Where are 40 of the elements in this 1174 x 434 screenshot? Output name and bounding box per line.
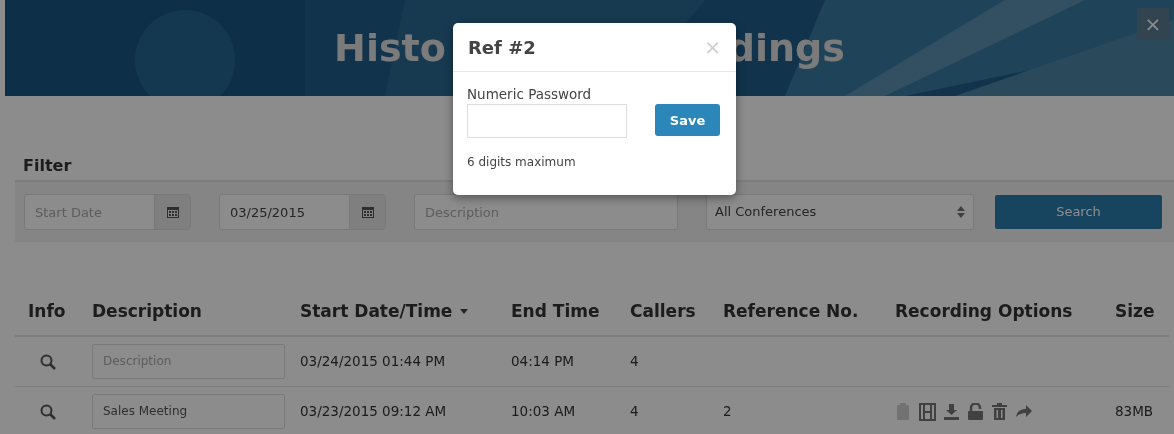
table-cell: 83MB [1115,402,1154,419]
table-cell: 4 [630,402,639,419]
column-header[interactable]: Recording Options [895,300,1073,321]
page-title: Histo [334,24,446,72]
column-header[interactable]: Reference No. [723,300,859,321]
calendar-icon [165,205,180,219]
search-icon[interactable] [40,354,56,371]
description-field[interactable]: Sales Meeting [92,393,285,429]
column-header[interactable]: Start Date/Time [300,300,469,321]
date-field[interactable]: 03/25/2015 [219,194,386,230]
field-label: Numeric Password [467,85,593,104]
table-cell: 03/23/2015 09:12 AM [300,402,447,419]
search-button[interactable]: Search [995,195,1162,229]
search-icon[interactable] [40,403,56,420]
table-cell: 10:03 AM [511,402,576,419]
calendar-button[interactable] [154,195,190,229]
calendar-icon [360,205,375,219]
column-header[interactable]: Info [28,300,66,321]
close-button[interactable]: × [1137,8,1169,40]
calendar-button[interactable] [349,195,385,229]
column-header[interactable]: Description [92,300,202,321]
column-header[interactable]: End Time [511,300,600,321]
table-cell: 04:14 PM [511,353,574,370]
film-icon[interactable] [919,402,936,421]
password-field[interactable] [467,104,627,139]
save-button[interactable]: Save [655,104,720,137]
modal-title: Ref #2 [468,35,536,60]
conference-select[interactable]: All Conferences [706,194,974,230]
table-cell: 2 [723,402,732,419]
table-cell: 03/24/2015 01:44 PM [300,353,446,370]
table-cell: 4 [630,353,639,370]
filter-label: Filter [23,155,72,177]
date-input[interactable]: 03/25/2015 [220,195,349,229]
column-header[interactable]: Size [1115,300,1155,321]
help-text: 6 digits maximum [467,154,577,172]
lock-icon[interactable] [967,402,984,421]
download-icon[interactable] [943,402,960,421]
column-header[interactable]: Callers [630,300,696,321]
caret-icon [957,206,965,218]
trash-icon[interactable] [991,402,1008,421]
